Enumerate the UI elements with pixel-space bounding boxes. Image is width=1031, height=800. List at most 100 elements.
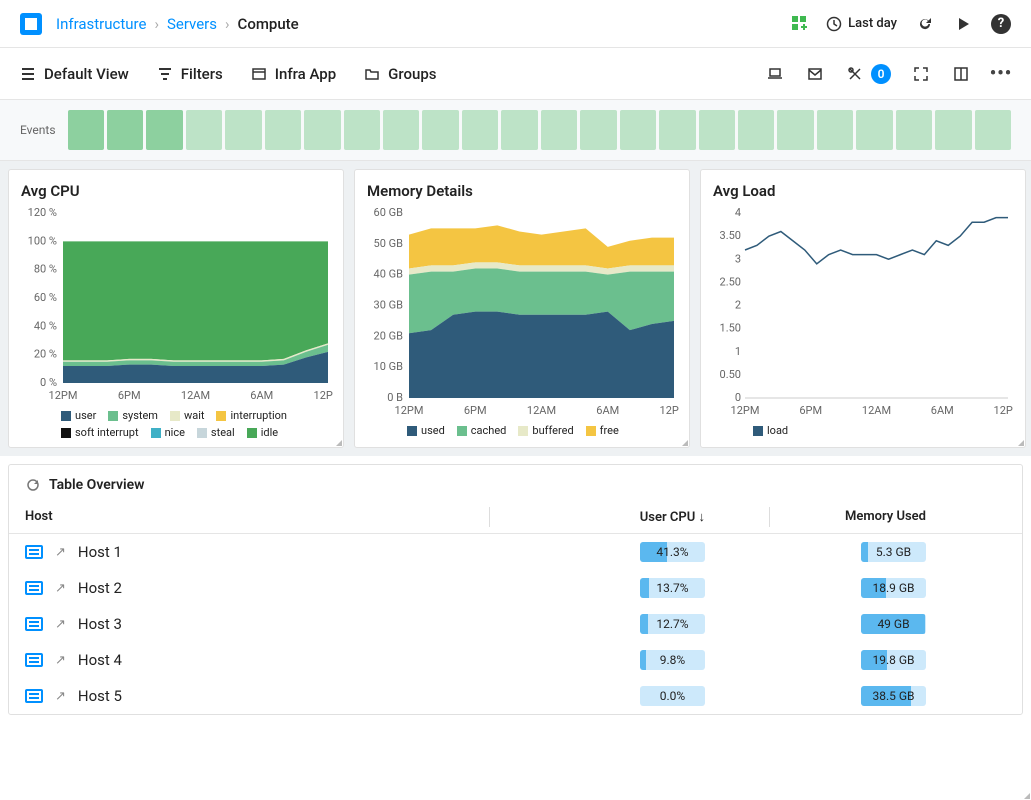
- host-name[interactable]: Host 2: [78, 579, 122, 597]
- event-bar[interactable]: [422, 110, 458, 150]
- col-divider[interactable]: [769, 507, 770, 527]
- app-logo-icon[interactable]: [20, 13, 42, 35]
- event-bar[interactable]: [225, 110, 261, 150]
- window-icon: [251, 66, 267, 82]
- legend-item[interactable]: cached: [457, 424, 507, 437]
- event-bar[interactable]: [935, 110, 971, 150]
- event-bar[interactable]: [856, 110, 892, 150]
- event-bar[interactable]: [68, 110, 104, 150]
- svg-text:12PM: 12PM: [49, 389, 78, 402]
- view-selector[interactable]: Default View: [20, 65, 129, 83]
- event-bar[interactable]: [975, 110, 1011, 150]
- table-row[interactable]: ↗Host 141.3%5.3 GB: [9, 534, 1022, 570]
- add-icon[interactable]: [792, 16, 808, 32]
- event-bar[interactable]: [896, 110, 932, 150]
- refresh-icon[interactable]: [915, 14, 935, 34]
- table-row[interactable]: ↗Host 50.0%38.5 GB: [9, 678, 1022, 714]
- breadcrumb-root[interactable]: Infrastructure: [56, 15, 146, 33]
- filters-button[interactable]: Filters: [157, 65, 223, 83]
- open-icon[interactable]: ↗: [55, 653, 66, 668]
- event-bar[interactable]: [501, 110, 537, 150]
- host-name[interactable]: Host 3: [78, 615, 122, 633]
- legend-item[interactable]: interruption: [216, 409, 287, 422]
- host-name[interactable]: Host 5: [78, 687, 122, 705]
- legend-item[interactable]: load: [753, 424, 788, 437]
- host-cell: ↗ Host 5: [25, 687, 505, 705]
- refresh-table-icon[interactable]: [25, 477, 41, 493]
- legend-label: user: [75, 409, 96, 422]
- open-icon[interactable]: ↗: [55, 617, 66, 632]
- svg-text:2: 2: [735, 299, 741, 312]
- svg-text:12PM: 12PM: [660, 404, 679, 417]
- event-bar[interactable]: [620, 110, 656, 150]
- event-bar[interactable]: [817, 110, 853, 150]
- resize-handle[interactable]: [1016, 438, 1024, 446]
- legend-item[interactable]: idle: [247, 426, 278, 439]
- event-bar[interactable]: [383, 110, 419, 150]
- column-headers: Host User CPU ↓ Memory Used: [9, 501, 1022, 534]
- host-name[interactable]: Host 4: [78, 651, 122, 669]
- avg-cpu-chart[interactable]: 0 %20 %40 %60 %80 %100 %120 %12PM6PM12AM…: [21, 208, 333, 403]
- layout-icon[interactable]: [951, 64, 971, 84]
- event-bars[interactable]: [68, 110, 1011, 150]
- legend-item[interactable]: wait: [170, 409, 205, 422]
- filters-label: Filters: [181, 65, 223, 83]
- resize-handle[interactable]: [334, 438, 342, 446]
- col-user-cpu[interactable]: User CPU ↓: [505, 509, 785, 525]
- avg-load-legend: load: [713, 424, 1013, 437]
- resize-handle[interactable]: [1022, 791, 1030, 799]
- resize-handle[interactable]: [680, 438, 688, 446]
- fullscreen-icon[interactable]: [911, 64, 931, 84]
- laptop-icon[interactable]: [765, 64, 785, 84]
- alert-count-badge[interactable]: 0: [871, 64, 891, 84]
- charts-row: Avg CPU 0 %20 %40 %60 %80 %100 %120 %12P…: [0, 161, 1031, 456]
- time-range-picker[interactable]: Last day: [826, 16, 897, 32]
- svg-text:60 GB: 60 GB: [374, 208, 404, 219]
- legend-swatch: [108, 411, 118, 421]
- table-row[interactable]: ↗Host 49.8%19.8 GB: [9, 642, 1022, 678]
- open-icon[interactable]: ↗: [55, 545, 66, 560]
- alerts-icon[interactable]: [845, 64, 865, 84]
- table-row[interactable]: ↗Host 213.7%18.9 GB: [9, 570, 1022, 606]
- host-name[interactable]: Host 1: [78, 543, 122, 561]
- col-host[interactable]: Host: [25, 509, 505, 525]
- event-bar[interactable]: [738, 110, 774, 150]
- event-bar[interactable]: [777, 110, 813, 150]
- event-bar[interactable]: [265, 110, 301, 150]
- infra-app-button[interactable]: Infra App: [251, 65, 336, 83]
- avg-load-chart[interactable]: 00.5011.5022.5033.50412PM6PM12AM6AM12PM: [713, 208, 1013, 418]
- legend-item[interactable]: buffered: [518, 424, 573, 437]
- legend-item[interactable]: user: [61, 409, 96, 422]
- more-icon[interactable]: •••: [991, 64, 1011, 84]
- event-bar[interactable]: [304, 110, 340, 150]
- legend-item[interactable]: nice: [151, 426, 185, 439]
- event-bar[interactable]: [107, 110, 143, 150]
- event-bar[interactable]: [541, 110, 577, 150]
- event-bar[interactable]: [659, 110, 695, 150]
- legend-label: interruption: [230, 409, 287, 422]
- groups-button[interactable]: Groups: [364, 65, 436, 83]
- event-bar[interactable]: [186, 110, 222, 150]
- legend-item[interactable]: soft interrupt: [61, 426, 139, 439]
- mail-icon[interactable]: [805, 64, 825, 84]
- col-divider[interactable]: [489, 507, 490, 527]
- table-title: Table Overview: [49, 477, 144, 493]
- play-icon[interactable]: [953, 14, 973, 34]
- event-bar[interactable]: [344, 110, 380, 150]
- event-bar[interactable]: [699, 110, 735, 150]
- legend-item[interactable]: free: [586, 424, 619, 437]
- table-row[interactable]: ↗Host 312.7%49 GB: [9, 606, 1022, 642]
- legend-item[interactable]: steal: [197, 426, 235, 439]
- open-icon[interactable]: ↗: [55, 581, 66, 596]
- breadcrumb-mid[interactable]: Servers: [167, 15, 217, 33]
- event-bar[interactable]: [462, 110, 498, 150]
- help-icon[interactable]: ?: [991, 14, 1011, 34]
- legend-item[interactable]: system: [108, 409, 158, 422]
- memory-card: Memory Details 0 B10 GB20 GB30 GB40 GB50…: [354, 169, 690, 448]
- memory-chart[interactable]: 0 B10 GB20 GB30 GB40 GB50 GB60 GB12PM6PM…: [367, 208, 679, 418]
- col-memory[interactable]: Memory Used: [785, 509, 1006, 525]
- event-bar[interactable]: [146, 110, 182, 150]
- open-icon[interactable]: ↗: [55, 689, 66, 704]
- legend-item[interactable]: used: [407, 424, 445, 437]
- event-bar[interactable]: [580, 110, 616, 150]
